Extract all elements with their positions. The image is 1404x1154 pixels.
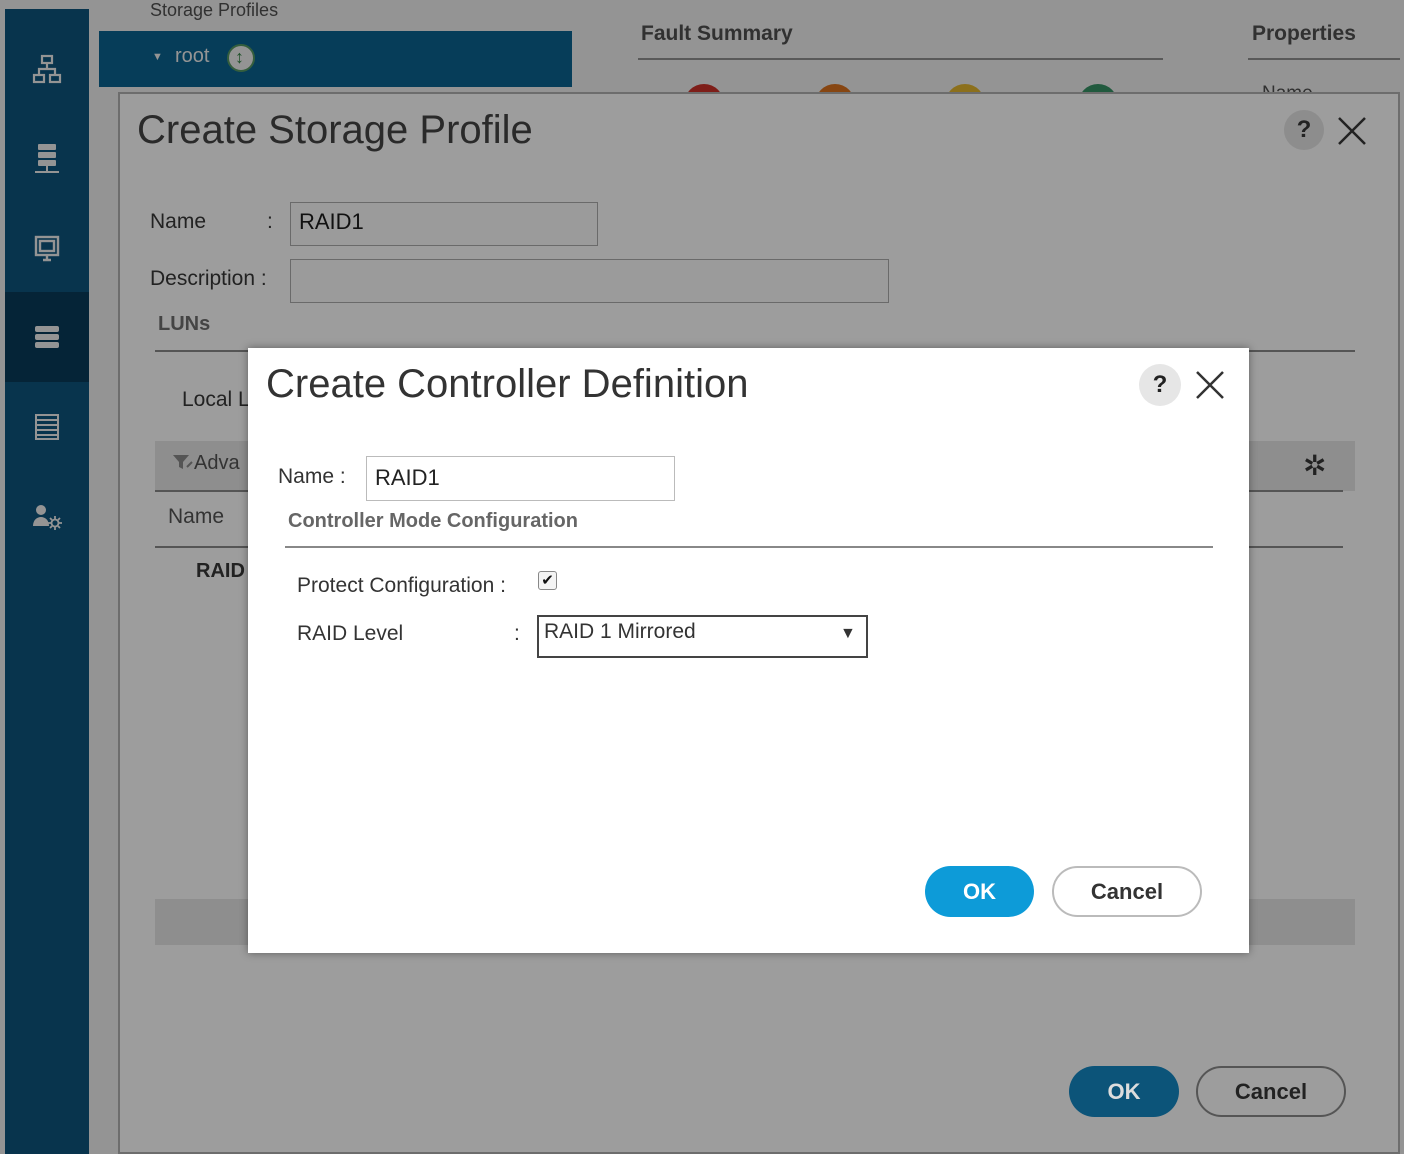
- help-icon[interactable]: ?: [1139, 364, 1181, 406]
- profile-name-input[interactable]: RAID1: [290, 202, 598, 246]
- filter-icon: [173, 455, 193, 469]
- divider: [285, 546, 1213, 548]
- raid-level-colon: :: [514, 622, 520, 645]
- ok-button[interactable]: OK: [1069, 1066, 1179, 1117]
- cancel-button[interactable]: Cancel: [1196, 1066, 1346, 1117]
- raid-level-value: RAID 1 Mirrored: [544, 620, 696, 643]
- protect-configuration-label: Protect Configuration :: [297, 574, 506, 597]
- dialog-title: Create Storage Profile: [137, 108, 533, 152]
- dialog-title: Create Controller Definition: [266, 362, 749, 406]
- section-title: Controller Mode Configuration: [288, 510, 578, 532]
- gear-icon[interactable]: ✲: [1303, 449, 1326, 482]
- name-colon: :: [267, 210, 273, 233]
- chevron-down-icon[interactable]: ▼: [840, 625, 856, 643]
- cancel-button[interactable]: Cancel: [1052, 866, 1202, 917]
- close-icon[interactable]: [1337, 106, 1367, 156]
- table-row[interactable]: RAID: [196, 560, 245, 583]
- raid-level-label: RAID Level: [297, 622, 404, 645]
- protect-configuration-checkbox[interactable]: ✔: [538, 571, 557, 590]
- close-icon[interactable]: [1195, 360, 1225, 410]
- help-icon[interactable]: ?: [1284, 110, 1324, 150]
- name-label: Name :: [278, 465, 346, 488]
- controller-name-input[interactable]: RAID1: [366, 456, 675, 501]
- description-label: Description :: [150, 267, 267, 290]
- ok-button[interactable]: OK: [925, 866, 1034, 917]
- luns-section-title: LUNs: [158, 313, 211, 335]
- advanced-filter-button[interactable]: Adva: [172, 452, 240, 475]
- name-label: Name: [150, 210, 207, 233]
- description-input[interactable]: [290, 259, 889, 303]
- tab-local-luns[interactable]: Local L: [182, 388, 250, 412]
- advanced-filter-label: Adva: [194, 452, 240, 474]
- column-header-name[interactable]: Name: [168, 505, 224, 529]
